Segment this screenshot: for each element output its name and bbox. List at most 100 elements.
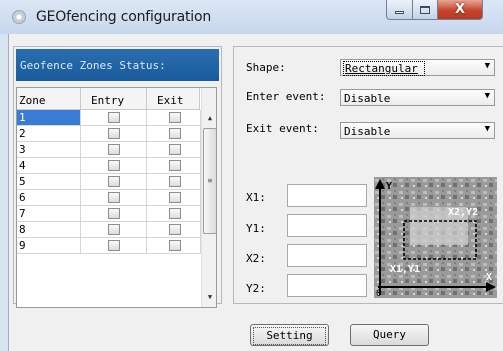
table-row[interactable]: 1 xyxy=(17,110,201,126)
exit-checkbox[interactable] xyxy=(169,112,181,123)
shape-select[interactable]: Rectangular ▼ xyxy=(340,59,495,76)
entry-checkbox[interactable] xyxy=(108,128,120,139)
zone-number-cell: 7 xyxy=(17,206,81,221)
table-row[interactable]: 7 xyxy=(17,206,201,222)
y2-label: Y2: xyxy=(246,282,266,295)
exit-checkbox[interactable] xyxy=(169,160,181,171)
entry-checkbox[interactable] xyxy=(108,224,120,235)
entry-checkbox[interactable] xyxy=(108,208,120,219)
exit-checkbox[interactable] xyxy=(169,208,181,219)
zone-number-cell: 8 xyxy=(17,222,81,237)
exit-cell xyxy=(147,142,201,157)
enter-event-label: Enter event: xyxy=(246,90,326,103)
table-row[interactable]: 9 xyxy=(17,238,201,254)
exit-event-select[interactable]: Disable ▼ xyxy=(340,122,495,139)
exit-cell xyxy=(147,158,201,173)
y1-input[interactable] xyxy=(287,214,367,237)
exit-checkbox[interactable] xyxy=(169,240,181,251)
y1-label: Y1: xyxy=(246,222,266,235)
zone-number-cell: 3 xyxy=(17,142,81,157)
exit-cell xyxy=(147,190,201,205)
exit-checkbox[interactable] xyxy=(169,144,181,155)
exit-checkbox[interactable] xyxy=(169,224,181,235)
entry-cell xyxy=(81,190,147,205)
zone-number-cell: 4 xyxy=(17,158,81,173)
table-row[interactable]: 3 xyxy=(17,142,201,158)
zone-number-cell: 6 xyxy=(17,190,81,205)
dropdown-arrow-icon: ▼ xyxy=(484,124,490,134)
close-button[interactable]: X xyxy=(438,0,483,20)
zones-group: Geofence Zones Status: Zone Entry Exit 1… xyxy=(13,46,222,308)
zone-number-cell: 1 xyxy=(17,110,81,125)
geofence-diagram: Y X 0 X2,Y2 X1,Y1 xyxy=(374,177,497,298)
entry-cell xyxy=(81,142,147,157)
zones-status-header: Geofence Zones Status: xyxy=(16,49,219,81)
zone-number-cell: 9 xyxy=(17,238,81,253)
setting-button-label: Setting xyxy=(253,327,326,345)
exit-event-value: Disable xyxy=(344,125,391,138)
x1-label: X1: xyxy=(246,191,266,204)
x2-input[interactable] xyxy=(287,244,367,267)
y-axis-label: Y xyxy=(386,181,392,192)
enter-event-select[interactable]: Disable ▼ xyxy=(340,89,495,106)
entry-checkbox[interactable] xyxy=(108,192,120,203)
entry-checkbox[interactable] xyxy=(108,240,120,251)
corner-x2y2-label: X2,Y2 xyxy=(448,207,478,218)
table-scrollbar[interactable]: ▲ ≡ ▼ xyxy=(201,88,216,307)
y2-input[interactable] xyxy=(287,274,367,297)
query-button[interactable]: Query xyxy=(350,324,429,346)
setting-button[interactable]: Setting xyxy=(250,324,329,346)
scroll-down-icon[interactable]: ▼ xyxy=(202,289,216,305)
zone-number-cell: 2 xyxy=(17,126,81,141)
origin-label: 0 xyxy=(376,289,381,298)
close-icon: X xyxy=(454,2,466,17)
entry-cell xyxy=(81,238,147,253)
minimize-button[interactable] xyxy=(386,0,413,20)
app-icon xyxy=(12,10,26,24)
dropdown-arrow-icon: ▼ xyxy=(484,61,490,71)
column-header-zone[interactable]: Zone xyxy=(17,88,81,110)
table-row[interactable]: 4 xyxy=(17,158,201,174)
exit-cell xyxy=(147,238,201,253)
entry-checkbox[interactable] xyxy=(108,112,120,123)
exit-checkbox[interactable] xyxy=(169,128,181,139)
table-row[interactable]: 2 xyxy=(17,126,201,142)
entry-cell xyxy=(81,222,147,237)
entry-cell xyxy=(81,206,147,221)
shape-label: Shape: xyxy=(246,61,286,74)
exit-checkbox[interactable] xyxy=(169,176,181,187)
exit-cell xyxy=(147,110,201,125)
corner-x1y1-label: X1,Y1 xyxy=(390,264,420,275)
exit-checkbox[interactable] xyxy=(169,192,181,203)
entry-checkbox[interactable] xyxy=(108,176,120,187)
x1-input[interactable] xyxy=(287,184,367,207)
title-bar: GEOfencing configuration X xyxy=(0,0,503,34)
entry-checkbox[interactable] xyxy=(108,160,120,171)
column-header-exit[interactable]: Exit xyxy=(147,88,200,110)
maximize-button[interactable] xyxy=(413,0,438,20)
dialog-body: Geofence Zones Status: Zone Entry Exit 1… xyxy=(8,34,503,351)
table-row[interactable]: 8 xyxy=(17,222,201,238)
scroll-up-icon[interactable]: ▲ xyxy=(202,110,216,126)
minimize-icon xyxy=(395,11,404,14)
zones-table: Zone Entry Exit 123456789 ▲ ≡ ▼ xyxy=(16,87,217,308)
column-header-entry[interactable]: Entry xyxy=(81,88,147,110)
exit-event-label: Exit event: xyxy=(246,122,319,135)
config-group: Shape: Rectangular ▼ Enter event: Disabl… xyxy=(233,46,503,304)
table-row[interactable]: 5 xyxy=(17,174,201,190)
entry-cell xyxy=(81,110,147,125)
scroll-thumb[interactable]: ≡ xyxy=(203,128,216,234)
shape-value: Rectangular xyxy=(343,61,425,76)
x-axis-label: X xyxy=(486,272,492,283)
exit-cell xyxy=(147,206,201,221)
dropdown-arrow-icon: ▼ xyxy=(484,91,490,101)
entry-cell xyxy=(81,174,147,189)
entry-checkbox[interactable] xyxy=(108,144,120,155)
window-title: GEOfencing configuration xyxy=(36,9,211,25)
entry-cell xyxy=(81,126,147,141)
maximize-icon xyxy=(420,5,430,14)
exit-cell xyxy=(147,174,201,189)
zone-number-cell: 5 xyxy=(17,174,81,189)
table-row[interactable]: 6 xyxy=(17,190,201,206)
x2-label: X2: xyxy=(246,252,266,265)
